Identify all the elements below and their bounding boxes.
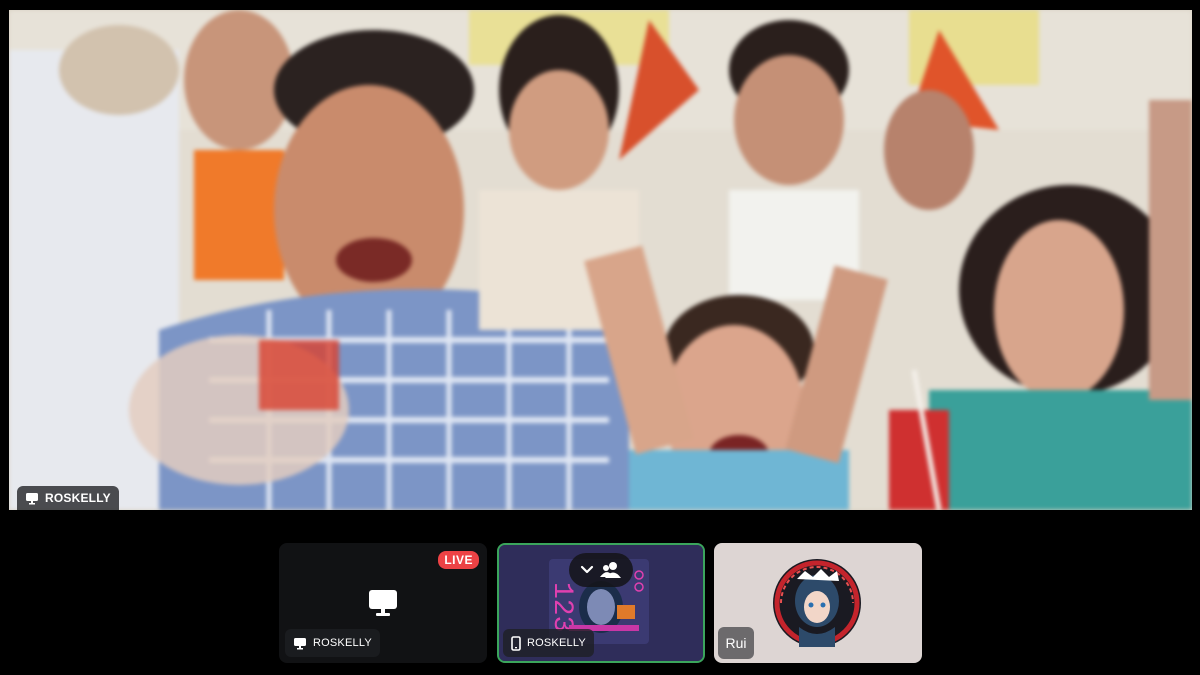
chevron-down-icon[interactable] [580,565,594,575]
main-stream-view[interactable]: ROSKELLY [9,10,1192,510]
tile-user-tag: ROSKELLY [503,629,594,657]
stream-video-frame [9,10,1192,510]
stream-user-name: ROSKELLY [45,491,111,505]
people-icon[interactable] [600,561,622,579]
live-badge: LIVE [438,551,479,569]
stream-user-tag: ROSKELLY [17,486,119,510]
tile-user-tag: ROSKELLY [285,629,380,657]
monitor-icon [367,588,399,618]
avatar [773,559,861,647]
monitor-icon [25,492,39,505]
call-window: ROSKELLY LIVE ROSKELLY 123 ROSKELLY Rui [0,0,1200,675]
participant-tiles: LIVE ROSKELLY 123 ROSKELLY Rui [279,543,922,663]
mobile-phone-icon [511,635,521,651]
mobile-user-tile[interactable]: 123 ROSKELLY [497,543,705,663]
monitor-icon [293,637,307,650]
tile-hover-controls [569,553,633,587]
screen-share-tile[interactable]: LIVE ROSKELLY [279,543,487,663]
svg-text:123: 123 [546,582,577,632]
tile-user-name: ROSKELLY [313,637,372,649]
tile-user-name: Rui [718,627,754,659]
avatar-user-tile[interactable]: Rui [714,543,922,663]
tile-user-name: ROSKELLY [527,637,586,649]
